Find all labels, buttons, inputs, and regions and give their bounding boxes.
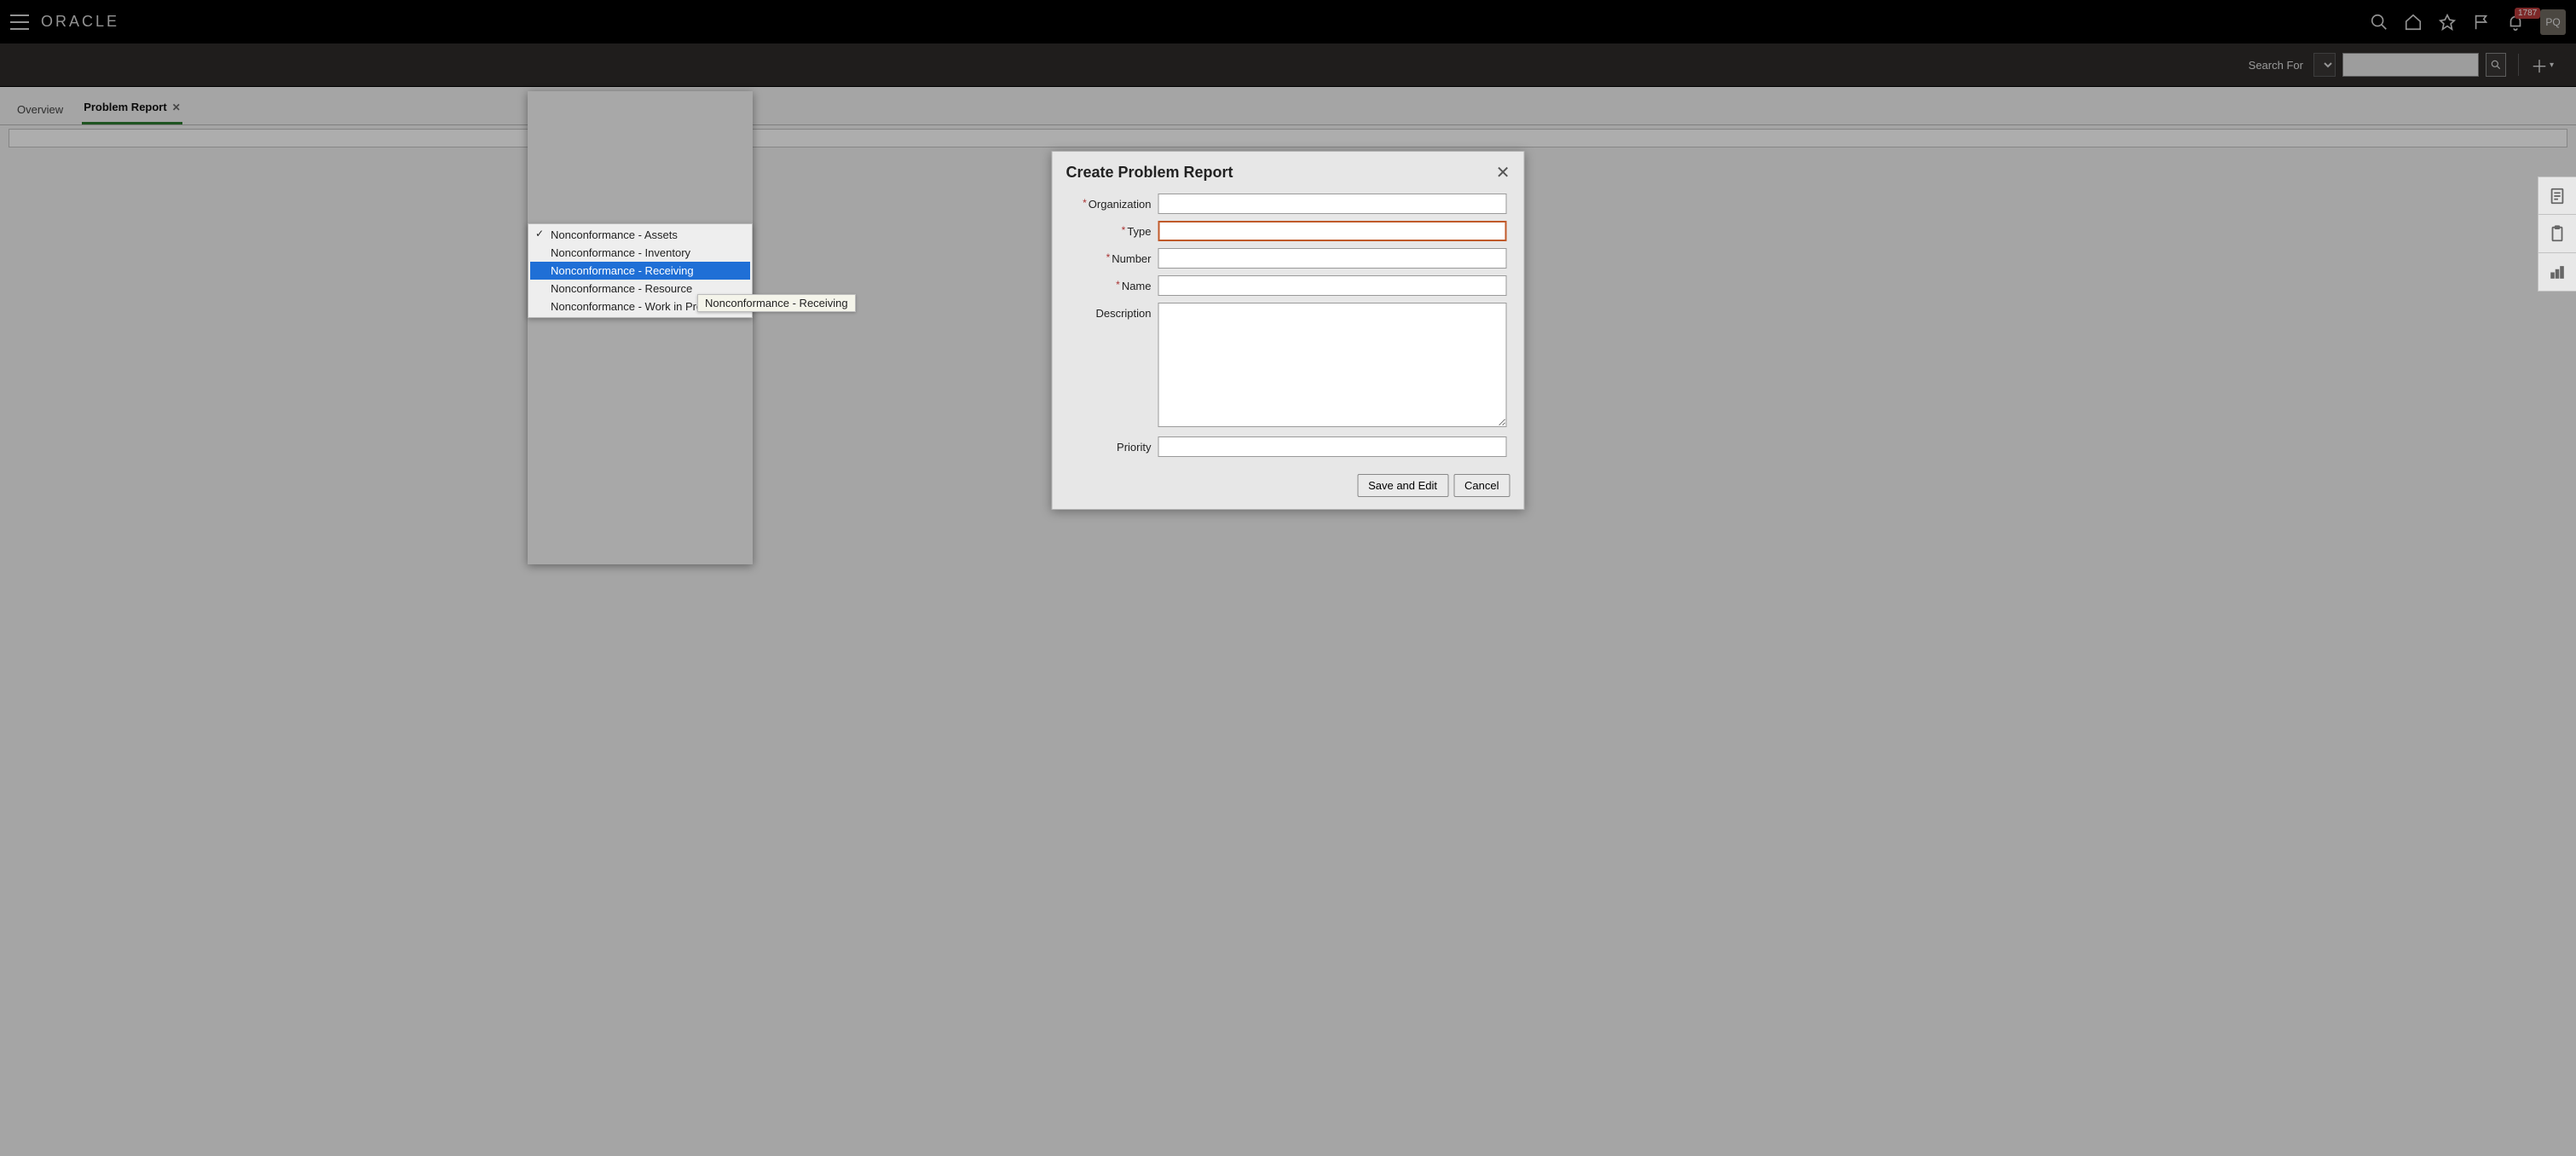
label-organization: *Organization bbox=[1070, 194, 1158, 211]
create-plus-button[interactable]: ＋ ▾ bbox=[2531, 53, 2554, 78]
row-organization: *Organization bbox=[1070, 194, 1507, 214]
topbar-right: 1787 PQ bbox=[2370, 9, 2566, 35]
create-problem-dialog: Create Problem Report ✕ *Organization *T… bbox=[1052, 151, 1525, 510]
user-avatar[interactable]: PQ bbox=[2540, 9, 2566, 35]
label-description: Description bbox=[1070, 303, 1158, 320]
topbar-left: ORACLE bbox=[10, 13, 119, 31]
tab-problem-report-label: Problem Report bbox=[84, 101, 167, 113]
chevron-down-icon: ▾ bbox=[2550, 61, 2554, 70]
rail-chart-icon[interactable] bbox=[2538, 253, 2576, 292]
description-textarea[interactable] bbox=[1158, 303, 1507, 427]
save-and-edit-button[interactable]: Save and Edit bbox=[1357, 474, 1448, 497]
content-thin-bar bbox=[9, 129, 2567, 147]
dialog-body: Create Problem Report ✕ *Organization *T… bbox=[1052, 151, 1525, 510]
plus-icon: ＋ bbox=[2531, 53, 2548, 78]
close-icon[interactable]: ✕ bbox=[172, 101, 181, 113]
type-option-inventory[interactable]: Nonconformance - Inventory bbox=[530, 244, 750, 262]
top-bar: ORACLE 1787 PQ bbox=[0, 0, 2576, 43]
rail-document-icon[interactable] bbox=[2538, 176, 2576, 215]
notification-badge: 1787 bbox=[2515, 8, 2540, 19]
row-description: Description bbox=[1070, 303, 1507, 430]
bell-icon[interactable]: 1787 bbox=[2506, 13, 2525, 32]
brand-logo: ORACLE bbox=[41, 13, 119, 31]
tooltip: Nonconformance - Receiving bbox=[697, 294, 856, 312]
cancel-button[interactable]: Cancel bbox=[1453, 474, 1510, 497]
rail-clipboard-icon[interactable] bbox=[2538, 215, 2576, 253]
right-rail bbox=[2538, 176, 2576, 292]
dialog-buttons: Save and Edit Cancel bbox=[1061, 465, 1516, 497]
search-band: Search For ＋ ▾ bbox=[0, 43, 2576, 87]
home-icon[interactable] bbox=[2404, 13, 2423, 32]
menu-icon[interactable] bbox=[10, 14, 29, 30]
label-name: *Name bbox=[1070, 275, 1158, 292]
type-option-receiving[interactable]: Nonconformance - Receiving bbox=[530, 262, 750, 280]
dialog-close-button[interactable]: ✕ bbox=[1496, 165, 1510, 182]
row-type: *Type bbox=[1070, 221, 1507, 241]
dialog-form: *Organization *Type *Number *Name Descri… bbox=[1061, 188, 1516, 465]
dropdown-shell bbox=[528, 91, 753, 564]
priority-input[interactable] bbox=[1158, 436, 1507, 457]
flag-icon[interactable] bbox=[2472, 13, 2491, 32]
search-for-label: Search For bbox=[2249, 59, 2303, 72]
tab-strip: Overview Problem Report ✕ bbox=[0, 87, 2576, 125]
type-select[interactable] bbox=[1158, 221, 1507, 241]
toolbar-divider bbox=[2518, 54, 2519, 76]
search-input[interactable] bbox=[2342, 53, 2479, 77]
tab-problem-report[interactable]: Problem Report ✕ bbox=[82, 90, 182, 124]
tab-overview[interactable]: Overview bbox=[15, 93, 65, 124]
search-go-button[interactable] bbox=[2486, 53, 2506, 77]
type-option-assets[interactable]: Nonconformance - Assets bbox=[530, 226, 750, 244]
dialog-header: Create Problem Report ✕ bbox=[1061, 164, 1516, 188]
row-number: *Number bbox=[1070, 248, 1507, 269]
label-type: *Type bbox=[1070, 221, 1158, 238]
organization-input[interactable] bbox=[1158, 194, 1507, 214]
dialog-title: Create Problem Report bbox=[1066, 164, 1233, 182]
search-scope-select[interactable] bbox=[2313, 53, 2336, 77]
row-priority: Priority bbox=[1070, 436, 1507, 457]
row-name: *Name bbox=[1070, 275, 1507, 296]
star-icon[interactable] bbox=[2438, 13, 2457, 32]
label-priority: Priority bbox=[1070, 436, 1158, 454]
tab-overview-label: Overview bbox=[17, 103, 63, 116]
search-icon[interactable] bbox=[2370, 13, 2388, 32]
name-input[interactable] bbox=[1158, 275, 1507, 296]
label-number: *Number bbox=[1070, 248, 1158, 265]
number-input[interactable] bbox=[1158, 248, 1507, 269]
